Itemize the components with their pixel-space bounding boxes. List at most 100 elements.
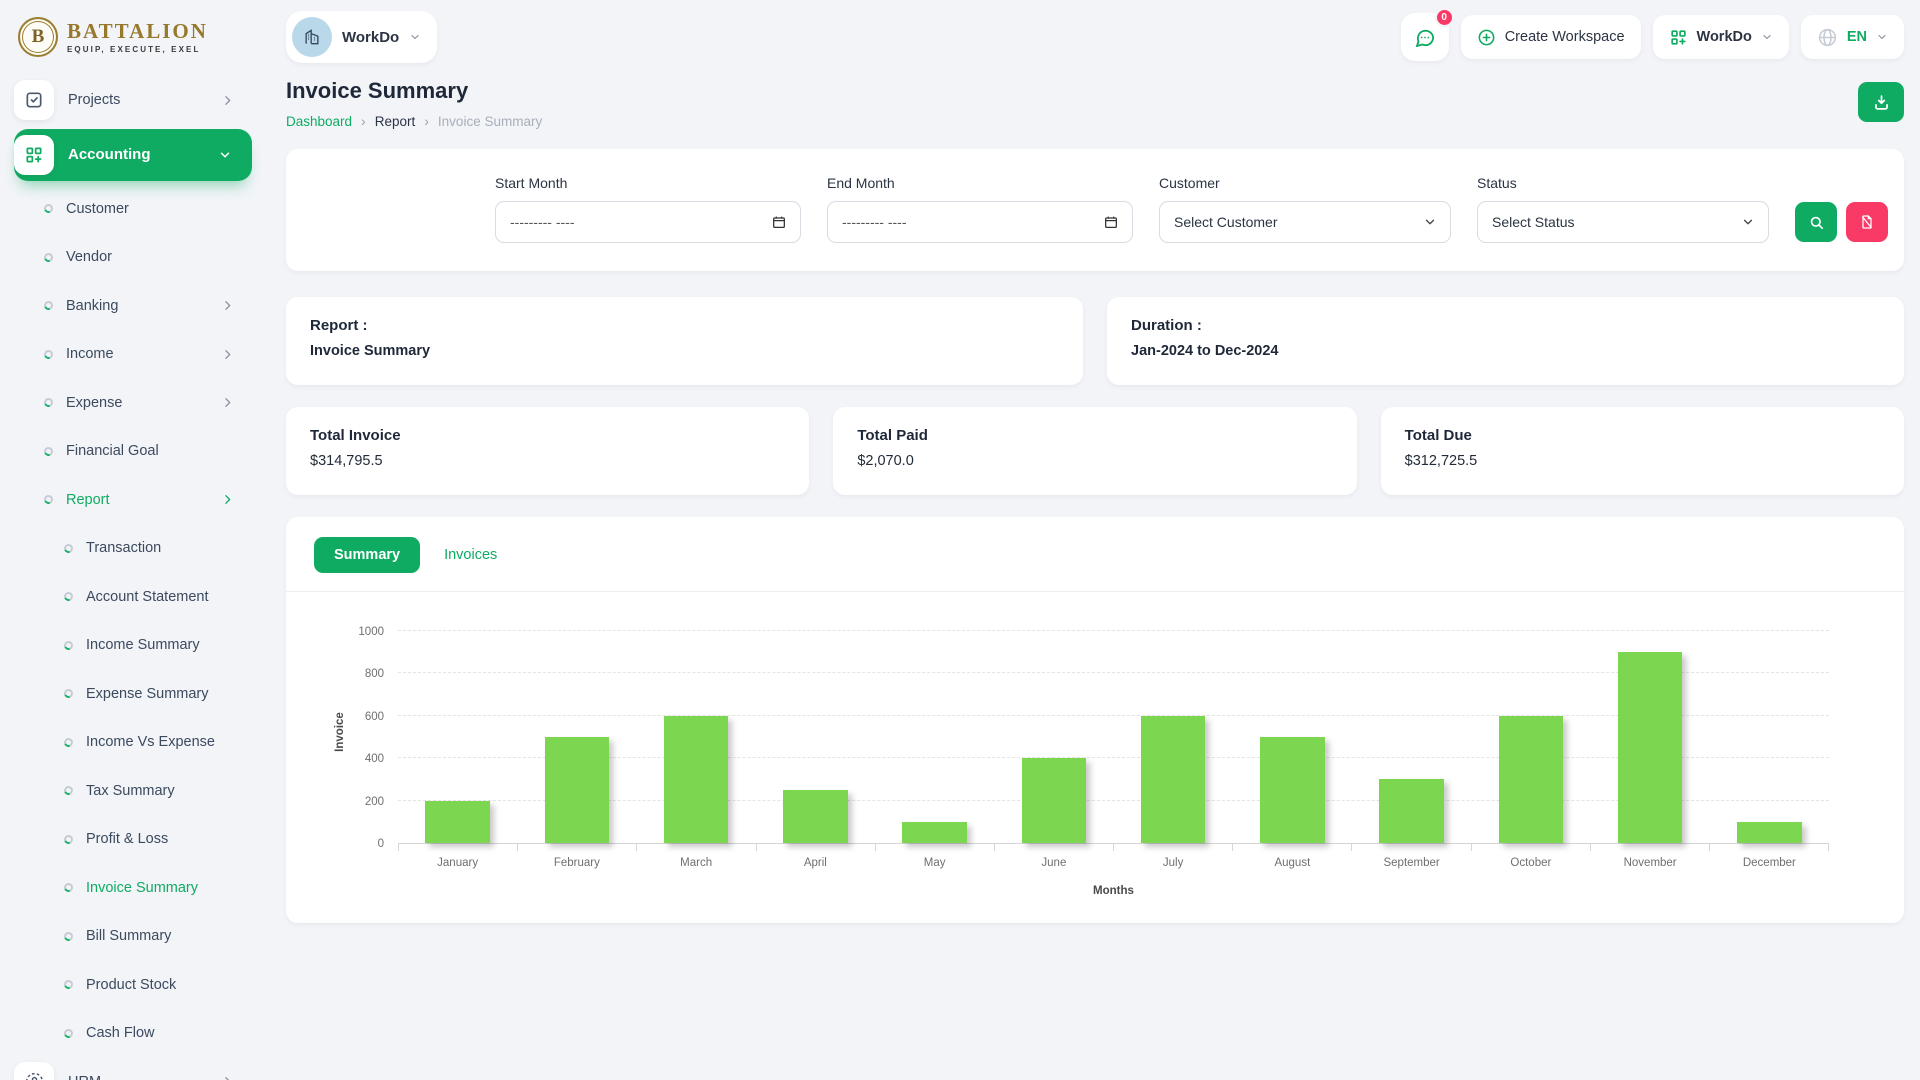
building-icon <box>302 27 322 47</box>
sidebar-item-label: Expense Summary <box>86 686 262 702</box>
sidebar-item-cash-flow[interactable]: Cash Flow <box>14 1009 262 1058</box>
tab-divider <box>286 591 1904 592</box>
chart-y-tick-label: 200 <box>342 796 384 808</box>
chart-x-tick-label: December <box>1710 857 1829 869</box>
chevron-right-icon <box>221 396 234 409</box>
sidebar-item-label: Customer <box>66 201 262 217</box>
tab-invoices[interactable]: Invoices <box>444 547 497 563</box>
sidebar-item-report[interactable]: Report <box>14 476 262 525</box>
bar-december <box>1737 822 1801 843</box>
chart-x-tick-label: July <box>1114 857 1233 869</box>
brand-logo[interactable]: B BATTALION EQUIP, EXECUTE, EXEL <box>14 10 262 64</box>
bullet-icon <box>63 979 75 991</box>
end-month-input[interactable]: --------- ---- <box>827 201 1133 243</box>
bullet-icon <box>63 882 75 894</box>
workspace-pill[interactable]: WorkDo <box>286 11 437 63</box>
breadcrumb-invoice-summary: Invoice Summary <box>438 114 542 129</box>
sidebar-item-invoice-summary[interactable]: Invoice Summary <box>14 864 262 913</box>
chart-x-tick-label: October <box>1471 857 1590 869</box>
sidebar-item-accounting[interactable]: Accounting <box>14 129 252 181</box>
sidebar-item-label: Tax Summary <box>86 783 262 799</box>
sidebar-item-bill-summary[interactable]: Bill Summary <box>14 912 262 961</box>
chart-bar-slot <box>1352 632 1471 843</box>
users-icon <box>14 1062 54 1080</box>
sidebar-item-hrm[interactable]: HRM <box>14 1058 262 1080</box>
breadcrumb-report[interactable]: Report <box>375 114 416 129</box>
messages-button[interactable]: 0 <box>1401 13 1449 61</box>
sidebar-item-label: Accounting <box>68 146 218 163</box>
workspace-pill-label: WorkDo <box>342 29 399 46</box>
total-card-label: Total Paid <box>857 427 1332 444</box>
chat-icon <box>1413 26 1436 49</box>
sidebar-item-vendor[interactable]: Vendor <box>14 233 262 282</box>
bar-february <box>545 737 609 843</box>
bullet-icon <box>43 203 55 215</box>
sidebar-item-product-stock[interactable]: Product Stock <box>14 961 262 1010</box>
bullet-icon <box>63 785 75 797</box>
duration-card-value: Jan-2024 to Dec-2024 <box>1131 343 1880 359</box>
chart-axis-tick <box>636 844 755 851</box>
tab-summary[interactable]: Summary <box>314 537 420 573</box>
bar-march <box>664 716 728 843</box>
chevron-down-icon <box>1423 215 1437 229</box>
language-button[interactable]: EN <box>1801 15 1904 59</box>
bullet-icon <box>63 833 75 845</box>
bar-august <box>1260 737 1324 843</box>
sidebar-item-transaction[interactable]: Transaction <box>14 524 262 573</box>
chart-x-labels: JanuaryFebruaryMarchAprilMayJuneJulyAugu… <box>398 857 1829 869</box>
chart-y-tick-label: 600 <box>342 711 384 723</box>
invoice-bar-chart: Invoice 02004006008001000 JanuaryFebruar… <box>306 632 1884 897</box>
create-workspace-button[interactable]: Create Workspace <box>1461 15 1641 59</box>
chart-bar-slot <box>398 632 517 843</box>
calendar-icon <box>771 214 787 230</box>
download-button[interactable] <box>1858 82 1904 122</box>
bar-september <box>1379 779 1443 843</box>
filter-card: Start Month --------- ---- End Month ---… <box>286 149 1904 271</box>
chart-bar-slot <box>1710 632 1829 843</box>
sidebar-item-tax-summary[interactable]: Tax Summary <box>14 767 262 816</box>
sidebar-item-profit-loss[interactable]: Profit & Loss <box>14 815 262 864</box>
sidebar-item-label: Projects <box>68 92 221 108</box>
sidebar-item-financial-goal[interactable]: Financial Goal <box>14 427 262 476</box>
sidebar-item-account-statement[interactable]: Account Statement <box>14 573 262 622</box>
bullet-icon <box>43 348 55 360</box>
sidebar: B BATTALION EQUIP, EXECUTE, EXEL Project… <box>0 0 262 1080</box>
bullet-icon <box>63 639 75 651</box>
sidebar-item-income-summary[interactable]: Income Summary <box>14 621 262 670</box>
apply-filter-button[interactable] <box>1795 202 1837 242</box>
total-card-total-paid: Total Paid$2,070.0 <box>833 407 1356 495</box>
sidebar-item-projects[interactable]: Projects <box>14 76 262 125</box>
breadcrumb-dashboard[interactable]: Dashboard <box>286 114 352 129</box>
chevron-right-icon <box>221 94 234 107</box>
sidebar-item-expense[interactable]: Expense <box>14 379 262 428</box>
reset-filter-button[interactable] <box>1846 202 1888 242</box>
grid-plus-icon <box>14 135 54 175</box>
search-icon <box>1808 214 1825 231</box>
create-workspace-label: Create Workspace <box>1505 29 1625 45</box>
chart-axis-tick <box>1351 844 1470 851</box>
bullet-icon <box>43 300 55 312</box>
customer-select-value: Select Customer <box>1174 214 1277 230</box>
sidebar-item-expense-summary[interactable]: Expense Summary <box>14 670 262 719</box>
chart-axis-tick <box>398 844 517 851</box>
chart-x-tick-label: June <box>994 857 1113 869</box>
messages-badge: 0 <box>1435 8 1454 27</box>
workspace-menu-button[interactable]: WorkDo <box>1653 15 1789 59</box>
content: Invoice Summary Dashboard›Report›Invoice… <box>262 66 1920 1080</box>
sidebar-item-customer[interactable]: Customer <box>14 185 262 234</box>
bullet-icon <box>43 494 55 506</box>
start-month-input[interactable]: --------- ---- <box>495 201 801 243</box>
globe-icon <box>1817 27 1838 48</box>
total-card-value: $312,725.5 <box>1405 453 1880 469</box>
chart-y-tick-label: 1000 <box>342 626 384 638</box>
customer-select[interactable]: Select Customer <box>1159 201 1451 243</box>
topbar: WorkDo 0 Create Workspace WorkDo <box>262 0 1920 66</box>
sidebar-item-banking[interactable]: Banking <box>14 282 262 331</box>
duration-card: Duration : Jan-2024 to Dec-2024 <box>1107 297 1904 385</box>
status-select[interactable]: Select Status <box>1477 201 1769 243</box>
sidebar-item-income-vs-expense[interactable]: Income Vs Expense <box>14 718 262 767</box>
sidebar-item-income[interactable]: Income <box>14 330 262 379</box>
download-icon <box>1872 93 1891 112</box>
chart-x-tick-label: August <box>1233 857 1352 869</box>
page-title: Invoice Summary <box>286 78 542 104</box>
